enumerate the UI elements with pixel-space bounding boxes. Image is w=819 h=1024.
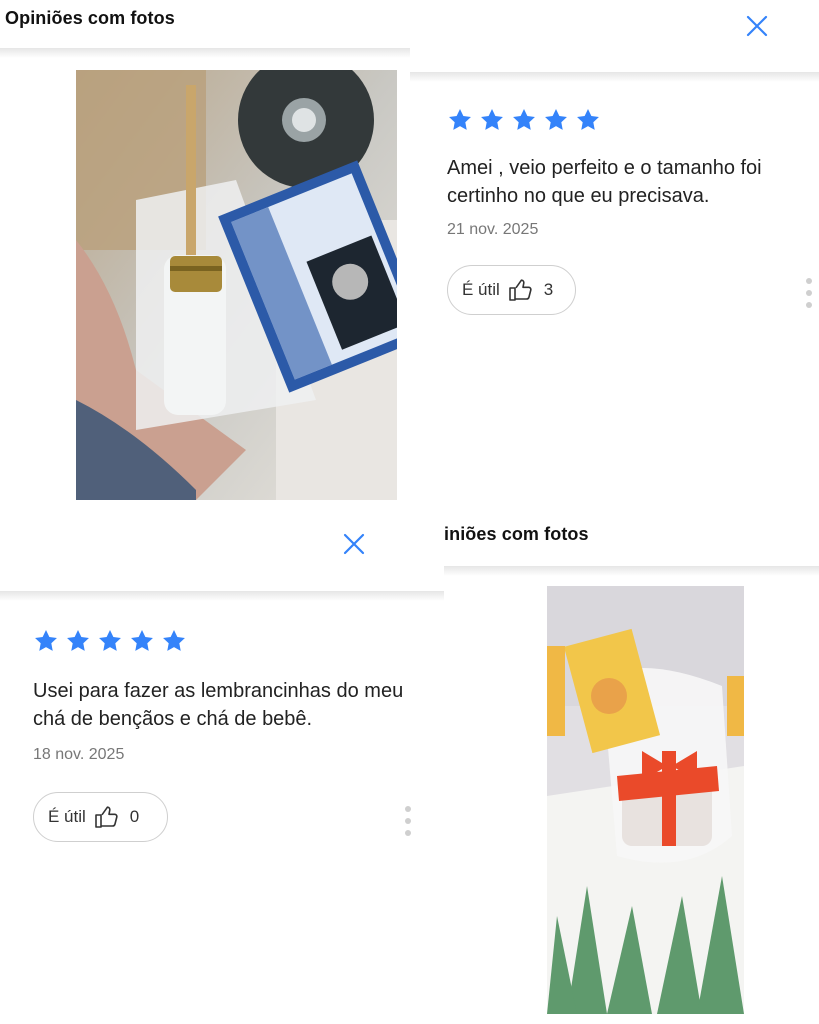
review-2-rating bbox=[33, 628, 187, 654]
star-icon bbox=[545, 108, 567, 130]
review-photo-2[interactable] bbox=[547, 586, 744, 1014]
more-options-icon[interactable] bbox=[404, 806, 412, 836]
thumbs-up-icon bbox=[508, 279, 532, 301]
panel-title: iniões com fotos bbox=[444, 524, 589, 544]
star-icon bbox=[67, 629, 89, 651]
review-photo-1[interactable] bbox=[76, 70, 397, 500]
review-1-divider bbox=[410, 72, 819, 82]
thumbs-up-icon bbox=[94, 806, 118, 828]
more-options-icon[interactable] bbox=[805, 278, 813, 308]
helpful-button[interactable]: É útil 0 bbox=[33, 792, 168, 842]
page-title: Opiniões com fotos bbox=[5, 8, 175, 28]
photo-illustration bbox=[76, 70, 397, 500]
review-1-rating bbox=[447, 107, 601, 133]
close-icon[interactable] bbox=[744, 13, 770, 39]
star-icon bbox=[481, 108, 503, 130]
photo-illustration bbox=[547, 586, 744, 1014]
star-icon bbox=[513, 108, 535, 130]
close-icon[interactable] bbox=[341, 531, 367, 557]
star-icon bbox=[35, 629, 57, 651]
helpful-count: 3 bbox=[543, 280, 554, 299]
header-divider bbox=[0, 48, 410, 58]
review-1-text: Amei , veio perfeito e o tamanho foi cer… bbox=[447, 157, 762, 207]
helpful-count: 0 bbox=[129, 807, 140, 826]
header-divider bbox=[444, 566, 819, 576]
star-icon bbox=[163, 629, 185, 651]
star-icon bbox=[99, 629, 121, 651]
star-icon bbox=[577, 108, 599, 130]
helpful-label: É útil bbox=[48, 807, 86, 826]
review-2-divider bbox=[0, 591, 444, 601]
helpful-label: É útil bbox=[462, 280, 500, 299]
review-2-text: Usei para fazer as lembrancinhas do meu … bbox=[33, 680, 404, 730]
star-icon bbox=[449, 108, 471, 130]
star-icon bbox=[131, 629, 153, 651]
review-2-date: 18 nov. 2025 bbox=[33, 746, 125, 763]
review-1-date: 21 nov. 2025 bbox=[447, 221, 539, 238]
helpful-button[interactable]: É útil 3 bbox=[447, 265, 576, 315]
